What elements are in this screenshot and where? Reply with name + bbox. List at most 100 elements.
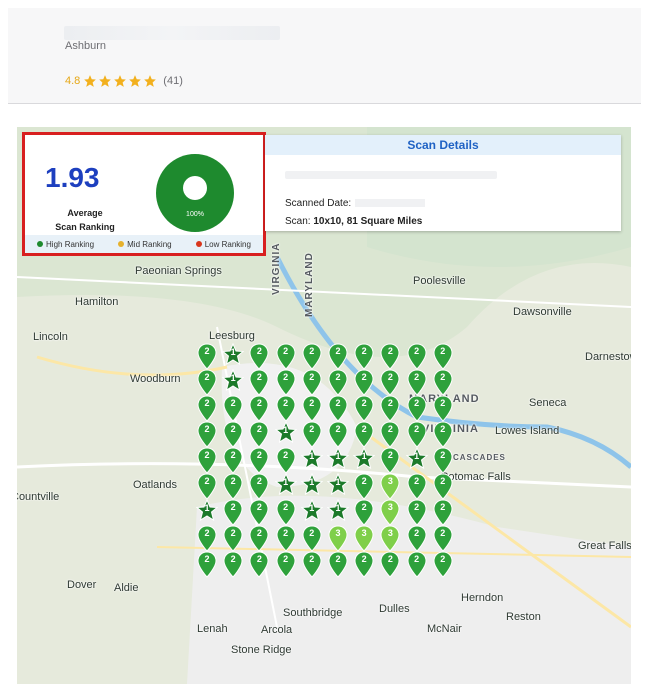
rank-pin[interactable]: 2 xyxy=(301,525,323,553)
rank-pin[interactable]: 2 xyxy=(248,473,270,501)
rank-1-star-pin[interactable]: 1 xyxy=(300,472,324,501)
rank-pin[interactable]: 2 xyxy=(353,473,375,501)
rank-pin[interactable]: 2 xyxy=(353,369,375,397)
rank-pin[interactable]: 2 xyxy=(222,447,244,475)
rank-pin[interactable]: 2 xyxy=(196,551,218,579)
rank-pin[interactable]: 2 xyxy=(196,447,218,475)
rank-1-star-pin[interactable]: 1 xyxy=(195,498,219,527)
rank-pin[interactable]: 2 xyxy=(275,369,297,397)
rank-pin[interactable]: 2 xyxy=(327,395,349,423)
rank-1-star-pin[interactable]: 1 xyxy=(326,446,350,475)
rank-pin[interactable]: 2 xyxy=(275,525,297,553)
rank-1-star-pin[interactable]: 1 xyxy=(221,368,245,397)
rank-pin[interactable]: 2 xyxy=(275,395,297,423)
rank-pin[interactable]: 2 xyxy=(432,551,454,579)
scan-map[interactable]: Paeonian Springs Hamilton Lincoln Leesbu… xyxy=(17,127,631,684)
rank-pin[interactable]: 2 xyxy=(353,343,375,371)
rank-pin-value: 2 xyxy=(414,398,420,408)
rank-pin[interactable]: 2 xyxy=(248,343,270,371)
rank-pin[interactable]: 2 xyxy=(248,525,270,553)
rank-pin[interactable]: 2 xyxy=(353,421,375,449)
rank-pin[interactable]: 2 xyxy=(248,499,270,527)
rank-pin[interactable]: 2 xyxy=(327,343,349,371)
rank-pin[interactable]: 2 xyxy=(248,421,270,449)
rank-pin[interactable]: 3 xyxy=(353,525,375,553)
rank-1-star-pin[interactable]: 1 xyxy=(300,446,324,475)
rank-pin[interactable]: 2 xyxy=(196,369,218,397)
rank-pin[interactable]: 2 xyxy=(406,343,428,371)
rank-pin[interactable]: 3 xyxy=(379,525,401,553)
rank-pin[interactable]: 2 xyxy=(275,447,297,475)
rank-pin[interactable]: 2 xyxy=(432,525,454,553)
rank-pin[interactable]: 2 xyxy=(248,551,270,579)
rank-1-star-pin[interactable]: 1 xyxy=(352,446,376,475)
rank-pin[interactable]: 2 xyxy=(327,369,349,397)
rank-pin-value: 2 xyxy=(230,528,236,538)
rank-1-star-pin[interactable]: 1 xyxy=(405,446,428,475)
rank-pin[interactable]: 3 xyxy=(379,473,401,501)
rank-pin[interactable]: 2 xyxy=(406,395,428,423)
rank-pin[interactable]: 2 xyxy=(432,473,454,501)
rank-pin[interactable]: 2 xyxy=(222,395,244,423)
rank-pin-value: 3 xyxy=(387,528,393,538)
rank-pin[interactable]: 2 xyxy=(275,551,297,579)
rank-pin[interactable]: 2 xyxy=(222,473,244,501)
rank-pin[interactable]: 2 xyxy=(379,369,401,397)
rank-pin[interactable]: 2 xyxy=(196,343,218,371)
rank-pin[interactable]: 2 xyxy=(275,499,297,527)
rank-pin[interactable]: 2 xyxy=(379,395,401,423)
rank-pin[interactable]: 2 xyxy=(432,499,454,527)
rank-pin[interactable]: 2 xyxy=(222,499,244,527)
rank-pin[interactable]: 2 xyxy=(301,369,323,397)
rank-pin[interactable]: 2 xyxy=(248,395,270,423)
rank-pin[interactable]: 2 xyxy=(222,421,244,449)
rank-pin[interactable]: 2 xyxy=(379,421,401,449)
rank-pin[interactable]: 2 xyxy=(432,447,454,475)
rank-pin-value: 1 xyxy=(414,451,420,461)
rank-pin[interactable]: 2 xyxy=(432,369,454,397)
rank-pin[interactable]: 2 xyxy=(222,551,244,579)
rank-pin[interactable]: 2 xyxy=(327,551,349,579)
rank-pin[interactable]: 2 xyxy=(327,421,349,449)
rank-pin-value: 2 xyxy=(309,424,315,434)
rank-pin[interactable]: 2 xyxy=(301,343,323,371)
rank-pin[interactable]: 2 xyxy=(379,447,401,475)
rank-pin[interactable]: 2 xyxy=(432,421,454,449)
rank-pin[interactable]: 2 xyxy=(406,551,428,579)
rank-pin[interactable]: 2 xyxy=(379,343,401,371)
scan-size-label: Scan: xyxy=(285,216,311,227)
rank-pin[interactable]: 3 xyxy=(327,525,349,553)
rank-1-star-pin[interactable]: 1 xyxy=(274,472,297,501)
rank-pin[interactable]: 2 xyxy=(379,551,401,579)
rank-pin[interactable]: 2 xyxy=(275,343,297,371)
rank-pin[interactable]: 2 xyxy=(353,551,375,579)
rank-pin[interactable]: 2 xyxy=(196,395,218,423)
rank-1-star-pin[interactable]: 1 xyxy=(221,342,245,371)
rank-pin[interactable]: 2 xyxy=(406,525,428,553)
rank-pin[interactable]: 2 xyxy=(222,525,244,553)
rank-pin[interactable]: 2 xyxy=(196,421,218,449)
rank-pin[interactable]: 2 xyxy=(432,395,454,423)
rank-pin[interactable]: 2 xyxy=(353,499,375,527)
scanned-date-label: Scanned Date: xyxy=(285,198,352,209)
rank-pin[interactable]: 3 xyxy=(379,499,401,527)
rank-pin[interactable]: 2 xyxy=(301,551,323,579)
rank-pin[interactable]: 2 xyxy=(196,525,218,553)
rank-pin[interactable]: 2 xyxy=(406,499,428,527)
rank-pin[interactable]: 2 xyxy=(196,473,218,501)
rank-pin[interactable]: 2 xyxy=(432,343,454,371)
rank-1-star-pin[interactable]: 1 xyxy=(300,498,324,527)
rank-pin[interactable]: 2 xyxy=(248,369,270,397)
rank-1-star-pin[interactable]: 1 xyxy=(326,498,350,527)
review-count[interactable]: (41) xyxy=(163,75,183,87)
rank-1-star-pin[interactable]: 1 xyxy=(326,472,350,501)
map-label-paeonian: Paeonian Springs xyxy=(135,265,222,277)
rank-pin[interactable]: 2 xyxy=(406,473,428,501)
rank-pin[interactable]: 2 xyxy=(406,421,428,449)
rank-pin[interactable]: 2 xyxy=(301,421,323,449)
rank-1-star-pin[interactable]: 1 xyxy=(274,420,297,449)
rank-pin[interactable]: 2 xyxy=(248,447,270,475)
rank-pin[interactable]: 2 xyxy=(406,369,428,397)
rank-pin[interactable]: 2 xyxy=(301,395,323,423)
rank-pin[interactable]: 2 xyxy=(353,395,375,423)
